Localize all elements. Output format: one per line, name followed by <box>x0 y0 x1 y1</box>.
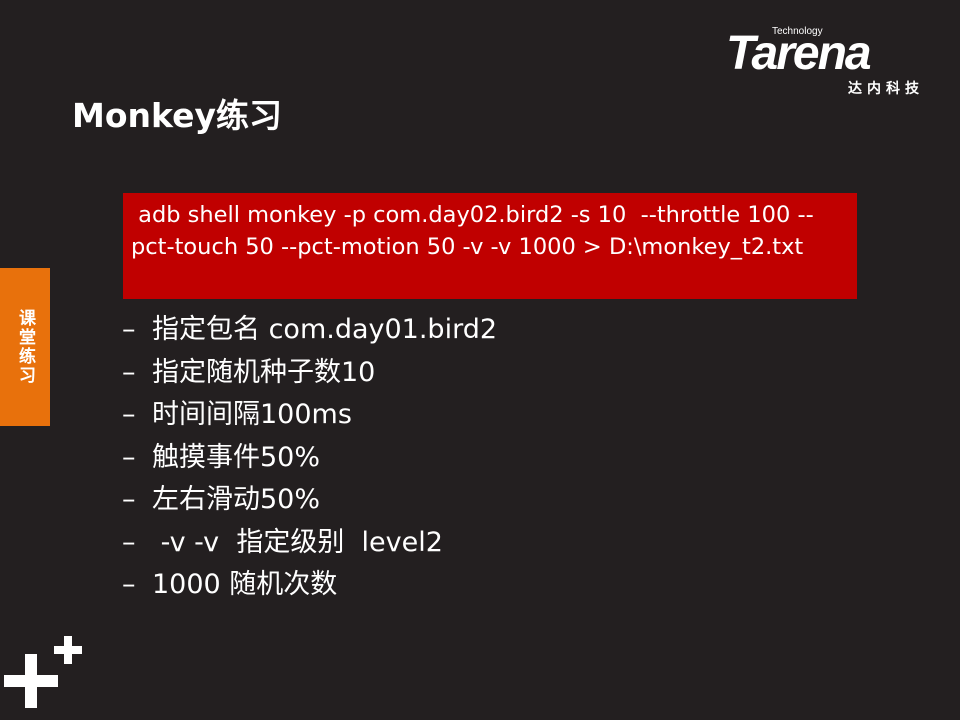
page-title: Monkey练习 <box>72 96 282 135</box>
logo-chinese-name: 达内科技 <box>848 81 924 97</box>
list-item: – -v -v 指定级别 level2 <box>122 522 497 565</box>
list-item-text: 指定包名 com.day01.bird2 <box>152 314 498 345</box>
list-item: – 指定随机种子数10 <box>122 352 497 395</box>
side-tab: 课堂练习 <box>0 268 50 426</box>
plus-large-icon <box>4 654 58 708</box>
list-item-text: 时间间隔100ms <box>152 399 352 430</box>
command-box: adb shell monkey -p com.day02.bird2 -s 1… <box>123 193 857 299</box>
list-item-text: 左右滑动50% <box>152 484 321 515</box>
bullet-dash: – <box>122 569 136 600</box>
bullet-dash: – <box>122 526 136 558</box>
tarena-logo: Technology Tarena 达内科技 <box>726 26 926 98</box>
bullet-dash: – <box>122 314 136 345</box>
list-item-text: 触摸事件50% <box>152 441 321 473</box>
list-item: –1000 随机次数 <box>122 564 497 607</box>
list-item-text: 指定随机种子数10 <box>152 356 376 388</box>
plus-small-icon <box>54 636 82 664</box>
bullet-dash: – <box>122 399 136 430</box>
side-tab-label: 课堂练习 <box>15 309 35 385</box>
bullet-dash: – <box>122 356 136 388</box>
list-item: – 左右滑动50% <box>122 479 497 522</box>
list-item-text: -v -v 指定级别 level2 <box>152 526 443 558</box>
list-item: – 触摸事件50% <box>122 437 497 480</box>
list-item-text: 1000 随机次数 <box>152 569 338 600</box>
bullet-list: – 指定包名 com.day01.bird2 – 指定随机种子数10 – 时间间隔10… <box>122 309 497 607</box>
list-item: – 指定包名 com.day01.bird2 <box>122 309 497 352</box>
logo-wordmark: Tarena <box>726 27 872 80</box>
bullet-dash: – <box>122 484 136 515</box>
bullet-dash: – <box>122 441 136 473</box>
list-item: – 时间间隔100ms <box>122 394 497 437</box>
